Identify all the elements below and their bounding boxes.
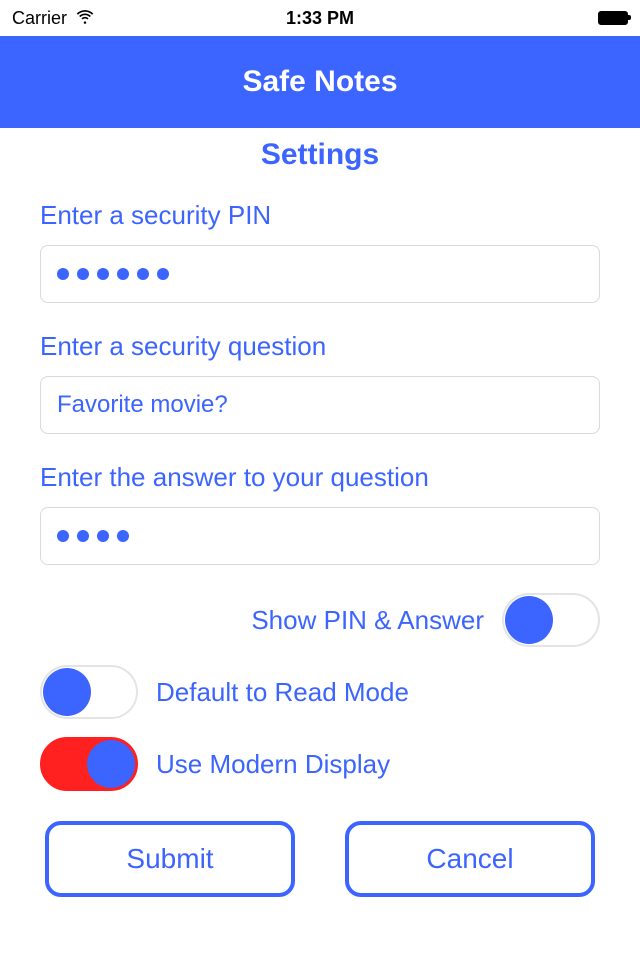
- cancel-button[interactable]: Cancel: [345, 821, 595, 897]
- page-title: Settings: [40, 138, 600, 172]
- pin-masked-value: [57, 268, 169, 280]
- nav-title: Safe Notes: [242, 65, 397, 99]
- submit-button[interactable]: Submit: [45, 821, 295, 897]
- battery-icon: [598, 11, 628, 25]
- question-value: Favorite movie?: [57, 391, 228, 419]
- answer-input[interactable]: [40, 507, 600, 565]
- read-mode-toggle[interactable]: [40, 665, 138, 719]
- status-left: Carrier: [12, 6, 95, 31]
- status-bar: Carrier 1:33 PM: [0, 0, 640, 36]
- question-input[interactable]: Favorite movie?: [40, 376, 600, 434]
- wifi-icon: [75, 6, 95, 31]
- answer-label: Enter the answer to your question: [40, 462, 600, 493]
- carrier-label: Carrier: [12, 8, 67, 29]
- nav-header: Safe Notes: [0, 36, 640, 128]
- answer-masked-value: [57, 530, 129, 542]
- modern-display-label: Use Modern Display: [156, 749, 390, 780]
- status-right: [598, 11, 628, 25]
- pin-label: Enter a security PIN: [40, 200, 600, 231]
- read-mode-label: Default to Read Mode: [156, 677, 409, 708]
- modern-display-toggle[interactable]: [40, 737, 138, 791]
- status-time: 1:33 PM: [286, 8, 354, 29]
- pin-input[interactable]: [40, 245, 600, 303]
- show-pin-toggle[interactable]: [502, 593, 600, 647]
- show-pin-label: Show PIN & Answer: [251, 605, 484, 636]
- question-label: Enter a security question: [40, 331, 600, 362]
